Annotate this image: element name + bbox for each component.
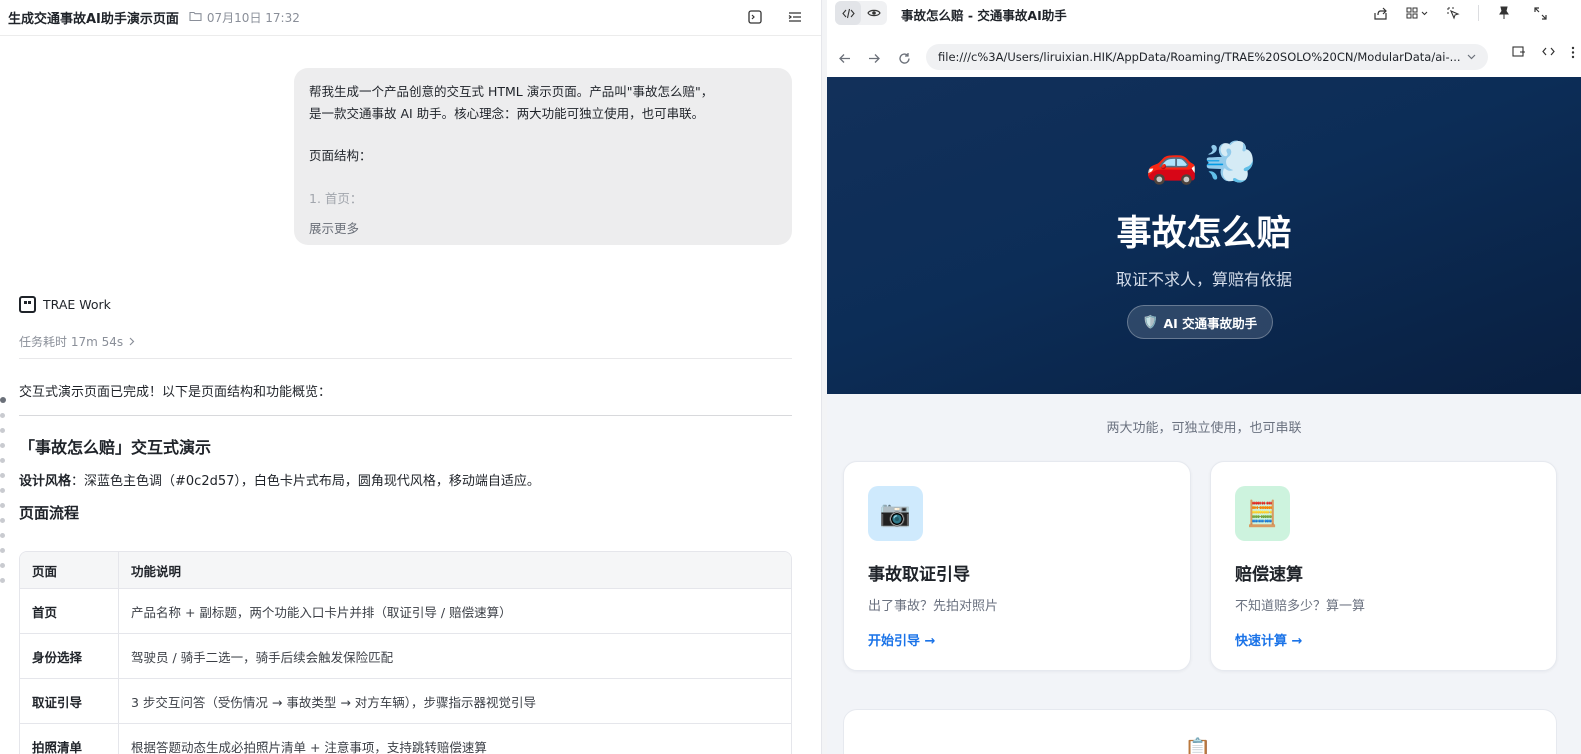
open-external-icon[interactable] bbox=[1512, 46, 1526, 62]
more-vertical-icon[interactable] bbox=[1571, 46, 1575, 62]
forward-arrow-icon[interactable] bbox=[859, 43, 889, 73]
table-cell: 根据答题动态生成必拍照片清单 + 注意事项，支持跳转赔偿速算 bbox=[119, 724, 791, 754]
hero-subtitle: 取证不求人，算赔有依据 bbox=[1115, 270, 1292, 289]
chevron-right-icon bbox=[129, 335, 135, 349]
style-label: 设计风格 bbox=[19, 474, 72, 489]
flow-heading: 页面流程 bbox=[19, 504, 80, 522]
chat-title: 生成交通事故AI助手演示页面 bbox=[8, 12, 179, 27]
preview-toolbar: 事故怎么赔 - 交通事故AI助手 bbox=[827, 0, 1581, 28]
card-title: 事故取证引导 bbox=[868, 565, 970, 585]
collapse-panel-icon[interactable] bbox=[783, 5, 807, 29]
agent-header: TRAE Work bbox=[19, 296, 111, 313]
element-select-icon[interactable] bbox=[1442, 2, 1464, 24]
table-cell: 取证引导 bbox=[20, 679, 119, 724]
start-guide-link[interactable]: 开始引导 → bbox=[868, 630, 935, 649]
table-cell: 3 步交互问答（受伤情况 → 事故类型 → 对方车辆），步骤指示器视觉引导 bbox=[119, 679, 791, 724]
badge-label: AI 交通事故助手 bbox=[1163, 315, 1258, 331]
chat-date: 07月10日 17:32 bbox=[206, 11, 300, 25]
page-flow-table: 页面 功能说明 首页 产品名称 + 副标题，两个功能入口卡片并排（取证引导 / … bbox=[19, 551, 792, 754]
trae-logo-icon bbox=[19, 296, 36, 313]
pin-icon[interactable] bbox=[1493, 2, 1515, 24]
folder-icon bbox=[189, 10, 202, 25]
message-line: 是一款交通事故 AI 助手。核心理念：两大功能可独立使用，也可串联。 bbox=[309, 105, 705, 121]
table-row: 首页 产品名称 + 副标题，两个功能入口卡片并排（取证引导 / 赔偿速算） bbox=[20, 589, 791, 634]
table-header: 页面 bbox=[20, 552, 119, 589]
compensation-calc-card[interactable]: 🧮 赔偿速算 不知道赔多少？算一算 快速计算 → bbox=[1210, 461, 1557, 671]
table-cell: 首页 bbox=[20, 589, 119, 634]
clipboard-icon: 📋 bbox=[1184, 738, 1212, 754]
reload-icon[interactable] bbox=[889, 43, 919, 73]
divider bbox=[19, 358, 792, 359]
code-view-icon[interactable] bbox=[835, 1, 861, 25]
card-title: 赔偿速算 bbox=[1235, 565, 1303, 585]
user-message-bubble: 帮我生成一个产品创意的交互式 HTML 演示页面。产品叫"事故怎么赔"， 是一款… bbox=[294, 68, 792, 245]
shield-icon: 🛡️ bbox=[1142, 314, 1159, 329]
preview-eye-icon[interactable] bbox=[861, 1, 887, 25]
combined-flow-card[interactable]: 📋 bbox=[843, 709, 1557, 754]
feature-section: 两大功能，可独立使用，也可串联 📷 事故取证引导 出了事故？先拍对照片 开始引导… bbox=[827, 394, 1581, 754]
style-text: ：深蓝色主色调（#0c2d57），白色卡片式布局，圆角现代风格，移动端自适应。 bbox=[71, 474, 540, 489]
demo-heading: 「事故怎么赔」交互式演示 bbox=[19, 438, 212, 457]
devtools-code-icon[interactable] bbox=[1542, 46, 1555, 62]
hero-title: 事故怎么赔 bbox=[1116, 214, 1292, 254]
hero-section: 🚗💨 事故怎么赔 取证不求人，算赔有依据 🛡️ AI 交通事故助手 bbox=[827, 77, 1581, 394]
message-line: 1. 首页： bbox=[309, 190, 363, 206]
back-arrow-icon[interactable] bbox=[829, 43, 859, 73]
feature-tagline: 两大功能，可独立使用，也可串联 bbox=[1106, 421, 1302, 436]
outline-dots[interactable] bbox=[0, 397, 6, 583]
divider bbox=[19, 415, 792, 416]
chevron-down-icon[interactable] bbox=[1467, 52, 1476, 63]
chat-meta: 07月10日 17:32 bbox=[189, 9, 300, 26]
camera-icon: 📷 bbox=[868, 486, 923, 541]
chat-header: 生成交通事故AI助手演示页面 07月10日 17:32 bbox=[0, 0, 821, 36]
grid-menu-icon[interactable] bbox=[1406, 2, 1428, 24]
agent-name: TRAE Work bbox=[43, 297, 111, 312]
abacus-icon: 🧮 bbox=[1235, 486, 1290, 541]
message-line: 帮我生成一个产品创意的交互式 HTML 演示页面。产品叫"事故怎么赔"， bbox=[309, 84, 714, 99]
table-cell: 拍照清单 bbox=[20, 724, 119, 754]
evidence-guide-card[interactable]: 📷 事故取证引导 出了事故？先拍对照片 开始引导 → bbox=[843, 461, 1191, 671]
table-row: 拍照清单 根据答题动态生成必拍照片清单 + 注意事项，支持跳转赔偿速算 bbox=[20, 724, 791, 754]
url-field[interactable]: file:///c%3A/Users/liruixian.HIK/AppData… bbox=[926, 44, 1488, 70]
table-row: 取证引导 3 步交互问答（受伤情况 → 事故类型 → 对方车辆），步骤指示器视觉… bbox=[20, 679, 791, 724]
table-row: 身份选择 驾驶员 / 骑手二选一，骑手后续会触发保险匹配 bbox=[20, 634, 791, 679]
url-text: file:///c%3A/Users/liruixian.HIK/AppData… bbox=[938, 50, 1461, 64]
response-intro: 交互式演示页面已完成！以下是页面结构和功能概览： bbox=[19, 385, 332, 400]
show-more-link[interactable]: 展示更多 bbox=[309, 218, 359, 237]
terminal-icon[interactable] bbox=[743, 5, 767, 29]
preview-title: 事故怎么赔 - 交通事故AI助手 bbox=[901, 8, 1067, 23]
task-time-text: 任务耗时 17m 54s bbox=[19, 335, 124, 349]
car-emoji-icon: 🚗💨 bbox=[1145, 137, 1263, 186]
expand-icon[interactable] bbox=[1529, 2, 1551, 24]
card-description: 不知道赔多少？算一算 bbox=[1235, 599, 1366, 614]
browser-bar: file:///c%3A/Users/liruixian.HIK/AppData… bbox=[827, 40, 1581, 76]
table-cell: 产品名称 + 副标题，两个功能入口卡片并排（取证引导 / 赔偿速算） bbox=[119, 589, 791, 634]
table-header: 功能说明 bbox=[119, 552, 791, 589]
ai-assistant-badge[interactable]: 🛡️ AI 交通事故助手 bbox=[1127, 305, 1273, 339]
message-line: 页面结构： bbox=[309, 148, 372, 163]
quick-calc-link[interactable]: 快速计算 → bbox=[1235, 630, 1302, 649]
view-mode-toggle bbox=[835, 1, 887, 25]
preview-panel: 事故怎么赔 - 交通事故AI助手 file:///c%3A/Users/liru… bbox=[827, 0, 1581, 754]
task-time-toggle[interactable]: 任务耗时 17m 54s bbox=[19, 333, 135, 350]
chat-panel: 生成交通事故AI助手演示页面 07月10日 17:32 帮我生成一个产品创意的交… bbox=[0, 0, 821, 754]
table-header-row: 页面 功能说明 bbox=[20, 552, 791, 589]
table-cell: 身份选择 bbox=[20, 634, 119, 679]
share-icon[interactable] bbox=[1370, 2, 1392, 24]
table-cell: 驾驶员 / 骑手二选一，骑手后续会触发保险匹配 bbox=[119, 634, 791, 679]
style-description: 设计风格：深蓝色主色调（#0c2d57），白色卡片式布局，圆角现代风格，移动端自… bbox=[19, 470, 540, 489]
card-description: 出了事故？先拍对照片 bbox=[868, 599, 999, 614]
